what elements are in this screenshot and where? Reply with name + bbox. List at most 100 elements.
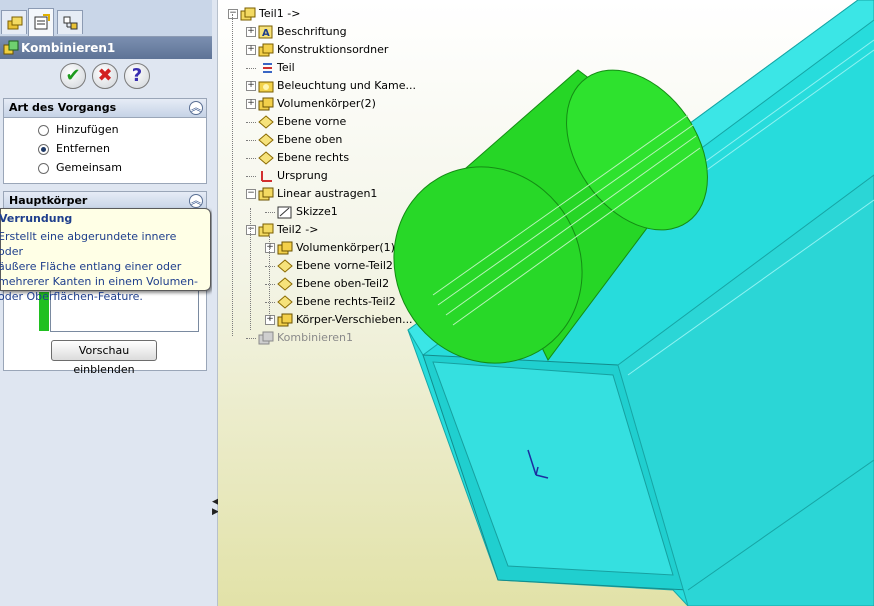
material-icon <box>263 63 272 73</box>
tree-connector <box>265 284 275 285</box>
tree-item[interactable]: Ursprung <box>218 168 478 184</box>
expand-icon[interactable]: + <box>246 45 256 55</box>
tree-item[interactable]: + Volumenkörper(2) <box>218 96 478 112</box>
plane-icon <box>277 259 293 273</box>
annotation-icon: A <box>258 25 273 39</box>
radio-add-label[interactable]: Hinzufügen <box>56 123 119 136</box>
close-icon: ✖ <box>97 65 113 86</box>
tree-connector <box>269 236 270 320</box>
expand-icon[interactable]: + <box>246 99 256 109</box>
radio-common[interactable] <box>38 163 49 174</box>
tree-connector <box>246 158 256 159</box>
help-button[interactable]: ? <box>124 63 150 89</box>
tree-connector <box>246 338 256 339</box>
plane-icon <box>277 277 293 291</box>
tree-connector <box>246 68 256 69</box>
tree-item-label: Teil2 -> <box>277 223 319 236</box>
tree-item[interactable]: Kombinieren1 <box>218 330 478 346</box>
expand-icon[interactable]: + <box>265 315 275 325</box>
tree-item[interactable]: + A Beschriftung <box>218 24 478 40</box>
tree-item[interactable]: Ebene vorne <box>218 114 478 130</box>
part-icon <box>258 223 274 237</box>
tree-item-label: Körper-Verschieben... <box>296 313 413 326</box>
collapse-tree-icon[interactable]: − <box>246 189 256 199</box>
design-folder-icon <box>258 43 274 57</box>
tree-item-label: Linear austragen1 <box>277 187 378 200</box>
property-manager-panel: Kombinieren1 ✔ ✖ ? Art des Vorgangs ︽ Hi… <box>0 0 213 606</box>
svg-text:A: A <box>262 28 270 39</box>
plane-icon <box>277 295 293 309</box>
tree-item[interactable]: − Teil2 -> <box>218 222 478 238</box>
radio-subtract-label[interactable]: Entfernen <box>56 142 110 155</box>
tree-item-label: Konstruktionsordner <box>277 43 389 56</box>
ok-button[interactable]: ✔ <box>60 63 86 89</box>
tree-item[interactable]: Ebene rechts <box>218 150 478 166</box>
cancel-button[interactable]: ✖ <box>92 63 118 89</box>
property-sheet-icon <box>34 14 50 30</box>
tree-item-label: Volumenkörper(1) <box>296 241 395 254</box>
lighting-icon <box>258 81 274 93</box>
radio-add[interactable] <box>38 125 49 136</box>
collapse-tree-icon[interactable]: − <box>246 225 256 235</box>
feature-tree-icon <box>7 16 23 30</box>
configuration-manager-tab[interactable] <box>57 10 83 34</box>
tooltip-title: Verrundung <box>0 212 73 225</box>
tree-connector <box>246 140 256 141</box>
tree-item[interactable]: Skizze1 <box>218 204 478 220</box>
expand-icon[interactable]: + <box>246 81 256 91</box>
configuration-icon <box>63 16 78 30</box>
radio-common-label[interactable]: Gemeinsam <box>56 161 122 174</box>
collapse-icon[interactable]: ︽ <box>189 194 203 208</box>
solid-bodies-icon <box>277 241 293 255</box>
checkmark-icon: ✔ <box>65 65 81 86</box>
sketch-icon <box>277 206 292 219</box>
preview-button[interactable]: Vorschau einblenden <box>51 340 157 376</box>
tree-connector <box>265 302 275 303</box>
tooltip-body: Erstellt eine abgerundete innere oder äu… <box>0 229 203 304</box>
tree-item[interactable]: Ebene vorne-Teil2 <box>218 258 478 274</box>
tree-item[interactable]: + Volumenkörper(1) <box>218 240 478 256</box>
tree-item[interactable]: + Beleuchtung und Kame... <box>218 78 478 94</box>
tree-item[interactable]: − Teil1 -> <box>218 6 478 22</box>
tree-connector <box>246 176 256 177</box>
solid-bodies-icon <box>258 97 274 111</box>
collapse-icon[interactable]: ︽ <box>189 101 203 115</box>
tree-item-label: Ebene oben <box>277 133 343 146</box>
extrude-icon <box>258 187 274 201</box>
tree-item-label: Ursprung <box>277 169 328 182</box>
tree-connector <box>232 14 233 336</box>
expand-icon[interactable]: + <box>246 27 256 37</box>
tree-connector <box>265 212 275 213</box>
tree-item-label: Teil <box>277 61 295 74</box>
property-manager-title: Kombinieren1 <box>21 41 116 55</box>
tree-item-label: Ebene vorne <box>277 115 347 128</box>
expand-icon[interactable]: + <box>265 243 275 253</box>
tree-item[interactable]: + Körper-Verschieben... <box>218 312 478 328</box>
plane-icon <box>258 115 274 129</box>
tree-connector <box>250 208 251 330</box>
tree-item[interactable]: + Konstruktionsordner <box>218 42 478 58</box>
tree-item-label: Beleuchtung und Kame... <box>277 79 417 92</box>
tree-connector <box>265 266 275 267</box>
tree-item-label: Ebene rechts-Teil2 <box>296 295 396 308</box>
tree-item[interactable]: − Linear austragen1 <box>218 186 478 202</box>
radio-subtract[interactable] <box>38 144 49 155</box>
operation-type-title: Art des Vorgangs <box>9 101 117 114</box>
tree-item[interactable]: Teil <box>218 60 478 76</box>
combine-icon <box>3 40 19 55</box>
property-manager-tab[interactable] <box>28 8 54 36</box>
tree-item[interactable]: Ebene oben <box>218 132 478 148</box>
tree-item[interactable]: Ebene oben-Teil2 <box>218 276 478 292</box>
tree-item-label: Kombinieren1 <box>277 331 353 344</box>
tree-item-label: Skizze1 <box>296 205 338 218</box>
collapse-tree-icon[interactable]: − <box>228 9 238 19</box>
feature-manager-tab[interactable] <box>1 10 27 34</box>
part-icon <box>240 7 256 21</box>
tree-item[interactable]: Ebene rechts-Teil2 <box>218 294 478 310</box>
tree-item-label: Ebene oben-Teil2 <box>296 277 390 290</box>
graphics-viewport[interactable]: − Teil1 -> + A Beschriftung + Konstruktionsord… <box>218 0 874 606</box>
tree-item-label: Ebene rechts <box>277 151 350 164</box>
property-manager-title-bar: Kombinieren1 <box>0 37 212 59</box>
operation-type-header[interactable]: Art des Vorgangs ︽ <box>4 99 206 118</box>
fillet-tooltip: Verrundung Erstellt eine abgerundete inn… <box>0 208 211 303</box>
